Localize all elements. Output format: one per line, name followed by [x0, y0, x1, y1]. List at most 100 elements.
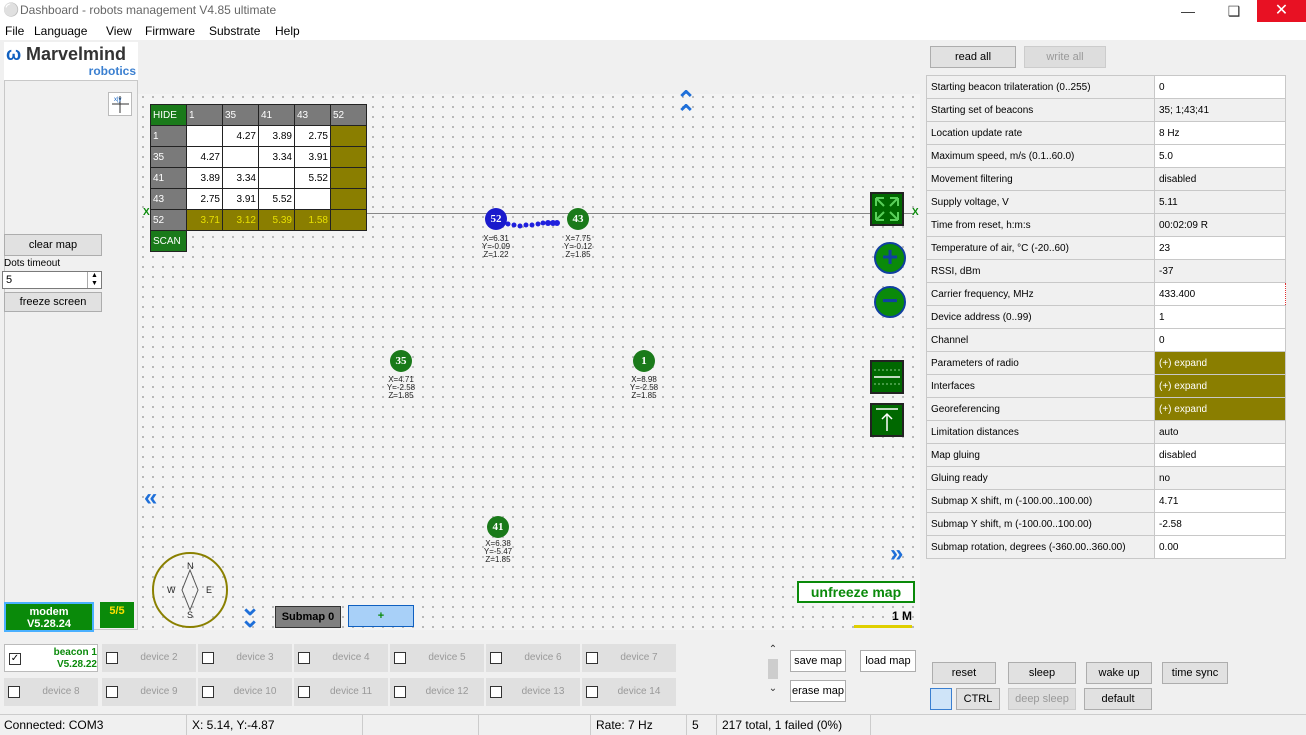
property-row[interactable]: Starting set of beacons 35; 1;43;41	[926, 98, 1286, 122]
deep-sleep-button[interactable]: deep sleep	[1008, 688, 1076, 710]
property-value[interactable]: -37	[1154, 259, 1286, 283]
clear-map-button[interactable]: clear map	[4, 234, 102, 256]
beacon-marker[interactable]: 1	[633, 350, 655, 372]
device-slot[interactable]: device 3	[198, 644, 292, 672]
property-row[interactable]: Submap Y shift, m (-100.00..100.00) -2.58	[926, 512, 1286, 536]
property-row[interactable]: Gluing ready no	[926, 466, 1286, 490]
device-slot[interactable]: device 12	[390, 678, 484, 706]
property-row[interactable]: Supply voltage, V 5.11	[926, 190, 1286, 214]
property-value[interactable]: 0	[1154, 75, 1286, 99]
device-checkbox[interactable]	[586, 686, 598, 698]
property-row[interactable]: Time from reset, h:m:s 00:02:09 R	[926, 213, 1286, 237]
spinner-icon[interactable]: ▲ ▼	[87, 272, 101, 288]
property-row[interactable]: Channel 0	[926, 328, 1286, 352]
grid-toggle-icon[interactable]	[870, 360, 904, 394]
property-value[interactable]: auto	[1154, 420, 1286, 444]
unfreeze-map-button[interactable]: unfreeze map	[797, 581, 915, 603]
zoom-out-icon[interactable]: −	[874, 286, 906, 318]
property-value[interactable]: 1	[1154, 305, 1286, 329]
modem-button[interactable]: modem V5.28.24	[4, 602, 94, 632]
property-row[interactable]: Submap rotation, degrees (-360.00..360.0…	[926, 535, 1286, 559]
property-value[interactable]: 00:02:09 R	[1154, 213, 1286, 237]
property-value[interactable]: 0	[1154, 328, 1286, 352]
scroll-down-arrow-icon[interactable]: ⌄	[766, 683, 780, 694]
property-value[interactable]: 4.71	[1154, 489, 1286, 513]
property-row[interactable]: Movement filtering disabled	[926, 167, 1286, 191]
property-value[interactable]: (+) expand	[1154, 397, 1286, 421]
property-row[interactable]: Map gluing disabled	[926, 443, 1286, 467]
dots-timeout-input[interactable]: 5 ▲ ▼	[2, 271, 102, 289]
read-all-button[interactable]: read all	[930, 46, 1016, 68]
beacon-marker[interactable]: 35	[390, 350, 412, 372]
device-slot[interactable]: device 10	[198, 678, 292, 706]
scan-button[interactable]: SCAN	[150, 230, 187, 252]
wake-up-button[interactable]: wake up	[1086, 662, 1152, 684]
property-row[interactable]: Limitation distances auto	[926, 420, 1286, 444]
device-checkbox[interactable]	[490, 686, 502, 698]
property-value[interactable]: 433.400	[1154, 282, 1286, 306]
property-row[interactable]: Parameters of radio (+) expand	[926, 351, 1286, 375]
load-map-button[interactable]: load map	[860, 650, 916, 672]
menu-file[interactable]: File	[5, 24, 24, 38]
device-checkbox[interactable]	[298, 652, 310, 664]
device-slot[interactable]: device 7	[582, 644, 676, 672]
maximize-icon[interactable]: ❑	[1211, 0, 1257, 22]
property-value[interactable]: 0.00	[1154, 535, 1286, 559]
scroll-up-arrow-icon[interactable]: ⌃	[766, 644, 780, 655]
fit-view-icon[interactable]	[870, 192, 904, 226]
device-slot[interactable]: device 2	[102, 644, 196, 672]
device-checkbox[interactable]	[394, 652, 406, 664]
beacon-marker[interactable]: 41	[487, 516, 509, 538]
device-checkbox[interactable]	[394, 686, 406, 698]
property-value[interactable]: (+) expand	[1154, 351, 1286, 375]
beacon-marker[interactable]: 43	[567, 208, 589, 230]
property-value[interactable]: no	[1154, 466, 1286, 490]
device-checkbox[interactable]	[202, 686, 214, 698]
device-checkbox[interactable]: ✓	[9, 653, 21, 665]
property-row[interactable]: Device address (0..99) 1	[926, 305, 1286, 329]
ctrl-button[interactable]: CTRL	[956, 688, 1000, 710]
hide-button[interactable]: HIDE	[150, 104, 187, 126]
erase-map-button[interactable]: erase map	[790, 680, 846, 702]
device-slot[interactable]: device 6	[486, 644, 580, 672]
device-checkbox[interactable]	[202, 652, 214, 664]
device-checkbox[interactable]	[8, 686, 20, 698]
scroll-thumb[interactable]	[768, 659, 778, 679]
property-row[interactable]: Temperature of air, °C (-20..60) 23	[926, 236, 1286, 260]
submap-selector[interactable]: Submap 0	[275, 606, 341, 628]
property-value[interactable]: (+) expand	[1154, 374, 1286, 398]
property-value[interactable]: -2.58	[1154, 512, 1286, 536]
device-beacon-1[interactable]: ✓ beacon 1 V5.28.22	[4, 644, 98, 672]
property-value[interactable]: 8 Hz	[1154, 121, 1286, 145]
save-map-button[interactable]: save map	[790, 650, 846, 672]
device-slot[interactable]: device 4	[294, 644, 388, 672]
device-slot[interactable]: device 9	[102, 678, 196, 706]
beacon-marker[interactable]: 52	[485, 208, 507, 230]
scroll-left-icon[interactable]: «	[144, 484, 157, 512]
property-value[interactable]: 35; 1;43;41	[1154, 98, 1286, 122]
property-row[interactable]: Carrier frequency, MHz 433.400	[926, 282, 1286, 306]
device-checkbox[interactable]	[106, 686, 118, 698]
default-button[interactable]: default	[1084, 688, 1152, 710]
device-slot[interactable]: device 13	[486, 678, 580, 706]
minimize-icon[interactable]: —	[1165, 0, 1211, 22]
property-value[interactable]: 5.0	[1154, 144, 1286, 168]
menu-language[interactable]: Language	[34, 24, 87, 38]
device-checkbox[interactable]	[298, 686, 310, 698]
device-checkbox[interactable]	[490, 652, 502, 664]
property-value[interactable]: 5.11	[1154, 190, 1286, 214]
zoom-in-icon[interactable]: +	[874, 242, 906, 274]
reset-button[interactable]: reset	[932, 662, 996, 684]
menu-view[interactable]: View	[106, 24, 132, 38]
property-value[interactable]: 23	[1154, 236, 1286, 260]
device-slot[interactable]: device 5	[390, 644, 484, 672]
device-slot[interactable]: device 14	[582, 678, 676, 706]
device-slot[interactable]: device 8	[4, 678, 98, 706]
property-row[interactable]: RSSI, dBm -37	[926, 259, 1286, 283]
close-icon[interactable]: ✕	[1257, 0, 1306, 22]
axis-toggle-icon[interactable]: x|y	[108, 92, 132, 116]
menu-help[interactable]: Help	[275, 24, 300, 38]
property-value[interactable]: disabled	[1154, 443, 1286, 467]
property-row[interactable]: Submap X shift, m (-100.00..100.00) 4.71	[926, 489, 1286, 513]
property-row[interactable]: Starting beacon trilateration (0..255) 0	[926, 75, 1286, 99]
